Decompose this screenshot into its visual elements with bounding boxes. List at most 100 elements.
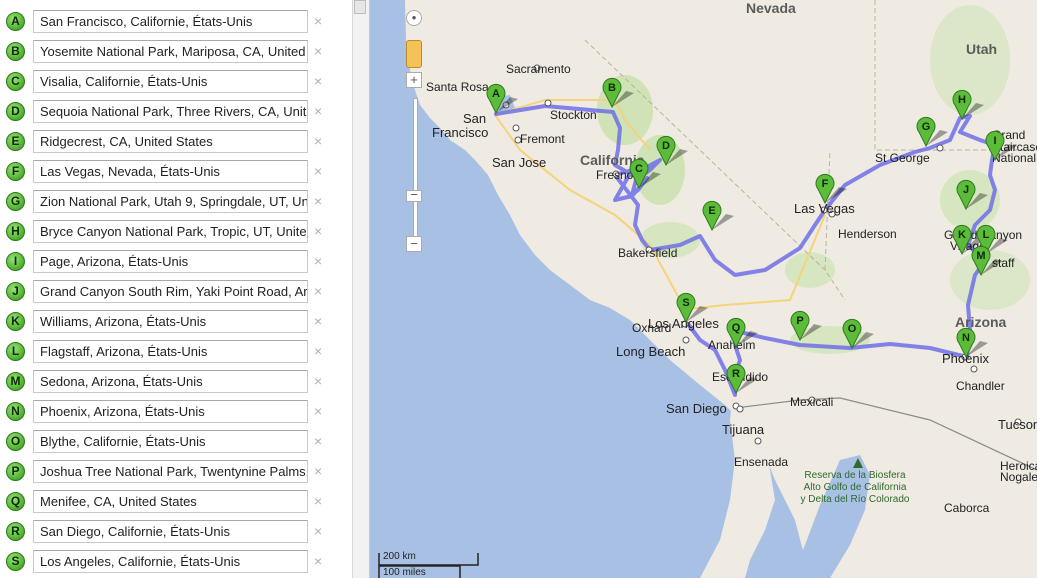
- waypoint-marker-icon[interactable]: H: [6, 222, 25, 241]
- scrollbar-thumb[interactable]: [354, 0, 366, 14]
- waypoint-input[interactable]: Sedona, Arizona, États-Unis: [33, 370, 308, 393]
- waypoint-row: R San Diego, Californie, États-Unis ×: [0, 518, 352, 548]
- waypoint-input[interactable]: Menifee, CA, United States: [33, 490, 308, 513]
- city-label: Long Beach: [616, 344, 685, 359]
- waypoint-input[interactable]: Flagstaff, Arizona, États-Unis: [33, 340, 308, 363]
- remove-waypoint-icon[interactable]: ×: [314, 553, 322, 569]
- remove-waypoint-icon[interactable]: ×: [314, 73, 322, 89]
- remove-waypoint-icon[interactable]: ×: [314, 493, 322, 509]
- waypoint-marker-icon[interactable]: P: [6, 462, 25, 481]
- reserve-label-3: y Delta del Río Colorado: [801, 494, 910, 505]
- zoom-out-button[interactable]: −: [406, 236, 422, 252]
- waypoint-marker-icon[interactable]: B: [6, 42, 25, 61]
- remove-waypoint-icon[interactable]: ×: [314, 133, 322, 149]
- waypoint-marker-icon[interactable]: A: [6, 12, 25, 31]
- waypoint-marker-icon[interactable]: N: [6, 402, 25, 421]
- waypoint-marker-icon[interactable]: F: [6, 162, 25, 181]
- city-label: Caborca: [944, 501, 990, 515]
- waypoint-marker-icon[interactable]: K: [6, 312, 25, 331]
- waypoint-input[interactable]: Blythe, Californie, États-Unis: [33, 430, 308, 453]
- remove-waypoint-icon[interactable]: ×: [314, 163, 322, 179]
- remove-waypoint-icon[interactable]: ×: [314, 403, 322, 419]
- waypoint-input[interactable]: San Diego, Californie, États-Unis: [33, 520, 308, 543]
- waypoint-marker-icon[interactable]: Q: [6, 492, 25, 511]
- remove-waypoint-icon[interactable]: ×: [314, 433, 322, 449]
- waypoint-marker-icon[interactable]: R: [6, 522, 25, 541]
- waypoint-input[interactable]: Los Angeles, Californie, États-Unis: [33, 550, 308, 573]
- waypoint-input[interactable]: Yosemite National Park, Mariposa, CA, Un…: [33, 40, 308, 63]
- zoom-slider-track[interactable]: [413, 98, 418, 250]
- waypoint-marker-icon[interactable]: M: [6, 372, 25, 391]
- remove-waypoint-icon[interactable]: ×: [314, 463, 322, 479]
- waypoint-input[interactable]: Phoenix, Arizona, États-Unis: [33, 400, 308, 423]
- zoom-slider-handle[interactable]: −: [406, 188, 422, 202]
- remove-waypoint-icon[interactable]: ×: [314, 193, 322, 209]
- city-dot: [544, 99, 552, 107]
- city-label: Henderson: [838, 227, 897, 241]
- city-label: Mexicali: [790, 395, 833, 409]
- marker-letter: O: [848, 323, 857, 335]
- pegman-icon[interactable]: [406, 40, 422, 68]
- waypoint-input[interactable]: Las Vegas, Nevada, États-Unis: [33, 160, 308, 183]
- marker-letter: C: [635, 163, 643, 175]
- park-area: [950, 250, 1030, 310]
- waypoint-marker-icon[interactable]: J: [6, 282, 25, 301]
- remove-waypoint-icon[interactable]: ×: [314, 343, 322, 359]
- waypoint-row: E Ridgecrest, CA, United States ×: [0, 128, 352, 158]
- remove-waypoint-icon[interactable]: ×: [314, 43, 322, 59]
- marker-letter: E: [708, 205, 715, 217]
- city-label: Santa Rosa: [426, 80, 489, 94]
- waypoint-input[interactable]: Bryce Canyon National Park, Tropic, UT, …: [33, 220, 308, 243]
- remove-waypoint-icon[interactable]: ×: [314, 223, 322, 239]
- waypoint-marker-icon[interactable]: G: [6, 192, 25, 211]
- marker-letter: N: [962, 332, 970, 344]
- waypoint-input[interactable]: San Francisco, Californie, États-Unis: [33, 10, 308, 33]
- waypoint-row: C Visalia, Californie, États-Unis ×: [0, 68, 352, 98]
- map-canvas[interactable]: NevadaUtahCaliforniaArizonaSacramentoSan…: [370, 0, 1037, 578]
- waypoint-row: Q Menifee, CA, United States ×: [0, 488, 352, 518]
- zoom-in-button[interactable]: +: [406, 72, 422, 88]
- panel-scrollbar[interactable]: [352, 0, 370, 578]
- remove-waypoint-icon[interactable]: ×: [314, 103, 322, 119]
- waypoint-marker-icon[interactable]: I: [6, 252, 25, 271]
- remove-waypoint-icon[interactable]: ×: [314, 283, 322, 299]
- waypoint-marker-icon[interactable]: S: [6, 552, 25, 571]
- city-dot: [970, 365, 978, 373]
- pan-control[interactable]: •: [406, 10, 422, 26]
- zoom-control[interactable]: • + − −: [404, 8, 426, 258]
- remove-waypoint-icon[interactable]: ×: [314, 13, 322, 29]
- waypoint-marker-icon[interactable]: L: [6, 342, 25, 361]
- waypoint-panel: A San Francisco, Californie, États-Unis × B…: [0, 0, 352, 578]
- city-label: Tucson: [998, 417, 1037, 432]
- remove-waypoint-icon[interactable]: ×: [314, 373, 322, 389]
- region-label: Nevada: [746, 0, 796, 16]
- waypoint-row: P Joshua Tree National Park, Twentynine P…: [0, 458, 352, 488]
- waypoint-input[interactable]: Ridgecrest, CA, United States: [33, 130, 308, 153]
- waypoint-input[interactable]: Grand Canyon South Rim, Yaki Point Road,…: [33, 280, 308, 303]
- city-label: San: [463, 111, 486, 126]
- waypoint-input[interactable]: Page, Arizona, États-Unis: [33, 250, 308, 273]
- waypoint-input[interactable]: Sequoia National Park, Three Rivers, CA,…: [33, 100, 308, 123]
- remove-waypoint-icon[interactable]: ×: [314, 253, 322, 269]
- waypoint-input[interactable]: Williams, Arizona, États-Unis: [33, 310, 308, 333]
- map-scale: 200 km 100 miles: [378, 551, 488, 578]
- city-label: Sacramento: [506, 62, 571, 76]
- waypoint-marker-icon[interactable]: E: [6, 132, 25, 151]
- waypoint-input[interactable]: Zion National Park, Utah 9, Springdale, …: [33, 190, 308, 213]
- remove-waypoint-icon[interactable]: ×: [314, 523, 322, 539]
- waypoint-marker-icon[interactable]: O: [6, 432, 25, 451]
- waypoint-input[interactable]: Joshua Tree National Park, Twentynine Pa…: [33, 460, 308, 483]
- waypoint-marker-icon[interactable]: C: [6, 72, 25, 91]
- waypoint-marker-icon[interactable]: D: [6, 102, 25, 121]
- waypoint-row: S Los Angeles, Californie, États-Unis ×: [0, 548, 352, 578]
- waypoint-row: M Sedona, Arizona, États-Unis ×: [0, 368, 352, 398]
- map-view[interactable]: Nevada Utah California Arizona Sacramento San…: [370, 0, 1037, 578]
- marker-letter: F: [822, 178, 829, 190]
- city-label: Stockton: [550, 108, 597, 122]
- marker-letter: B: [608, 82, 616, 94]
- remove-waypoint-icon[interactable]: ×: [314, 313, 322, 329]
- city-dot: [682, 336, 690, 344]
- marker-letter: Q: [732, 322, 741, 334]
- waypoint-input[interactable]: Visalia, Californie, États-Unis: [33, 70, 308, 93]
- city-label: Fresno: [596, 168, 634, 182]
